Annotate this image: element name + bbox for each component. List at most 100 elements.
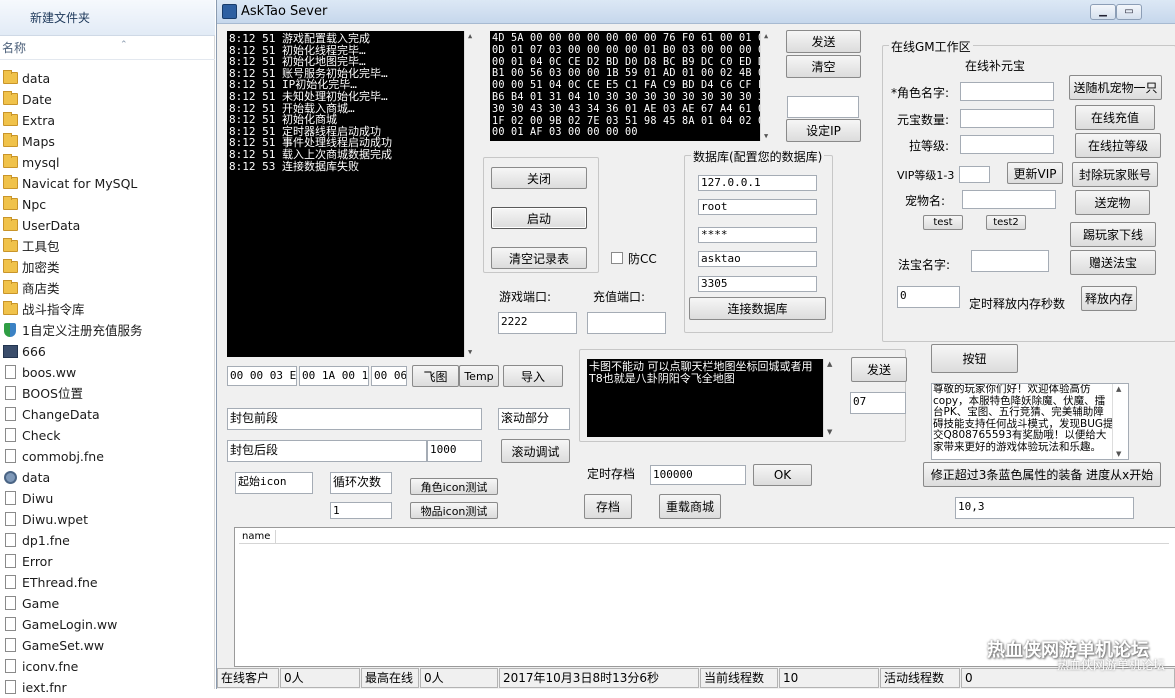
progress-input[interactable]: 10,3 xyxy=(955,497,1134,519)
set-ip-button[interactable]: 设定IP xyxy=(786,119,861,142)
start-icon-input[interactable]: 起始icon xyxy=(235,472,313,494)
hex-scrollbar[interactable] xyxy=(760,31,776,141)
gift-treasure-button[interactable]: 赠送法宝 xyxy=(1070,250,1156,275)
db-host-input[interactable]: 127.0.0.1 xyxy=(698,175,817,191)
file-list-item[interactable]: commobj.fne xyxy=(0,446,215,467)
file-list-item[interactable]: iext.fnr xyxy=(0,677,215,698)
file-list-item[interactable]: 1自定义注册充值服务 xyxy=(0,320,215,341)
log-scrollbar[interactable] xyxy=(464,31,480,357)
db-password-input[interactable]: **** xyxy=(698,227,817,243)
notice-textarea[interactable]: 尊敬的玩家你们好！欢迎体验高仿copy，本服特色降妖除魔、伏魔、擂台PK、宝图、… xyxy=(931,383,1129,460)
kick-player-button[interactable]: 踢玩家下线 xyxy=(1070,222,1156,247)
send-pet-button[interactable]: 送宠物 xyxy=(1075,190,1150,215)
file-list-item[interactable]: Extra xyxy=(0,110,215,131)
treasure-name-input[interactable] xyxy=(971,250,1049,272)
file-list-item[interactable]: Error xyxy=(0,551,215,572)
file-list-item[interactable]: Npc xyxy=(0,194,215,215)
column-header-name-col[interactable]: name xyxy=(239,530,276,544)
hex-field-2[interactable]: 00 1A 00 1A xyxy=(299,366,369,386)
packet-count-input[interactable]: 1000 xyxy=(427,440,482,462)
scroll-part-input[interactable]: 滚动部分 xyxy=(498,408,570,430)
role-name-input[interactable] xyxy=(960,82,1054,101)
fly-map-button[interactable]: 飞图 xyxy=(412,365,459,387)
reload-shop-button[interactable]: 重载商城 xyxy=(659,494,721,519)
file-list-item[interactable]: 工具包 xyxy=(0,236,215,257)
file-list-item[interactable]: EThread.fne xyxy=(0,572,215,593)
file-list-item[interactable]: boos.ww xyxy=(0,362,215,383)
new-folder-button[interactable]: 新建文件夹 xyxy=(0,0,215,36)
file-list-item[interactable]: Diwu xyxy=(0,488,215,509)
game-port-input[interactable]: 2222 xyxy=(498,312,577,334)
send-random-pet-button[interactable]: 送随机宠物一只 xyxy=(1069,75,1162,100)
connect-db-button[interactable]: 连接数据库 xyxy=(689,297,826,320)
file-list-item[interactable]: iconv.fne xyxy=(0,656,215,677)
test-button[interactable]: test xyxy=(923,215,963,230)
broadcast-textarea[interactable]: 卡图不能动 可以点聊天栏地图坐标回城或者用T8也就是八卦阴阳令飞全地图 xyxy=(587,359,839,437)
scroll-debug-button[interactable]: 滚动调试 xyxy=(501,439,570,463)
file-list-item[interactable]: UserData xyxy=(0,215,215,236)
yuanbao-input[interactable] xyxy=(960,109,1054,128)
online-level-button[interactable]: 在线拉等级 xyxy=(1075,133,1161,158)
packet-back-input[interactable]: 封包后段 xyxy=(227,440,427,462)
file-list-item[interactable]: GameSet.ww xyxy=(0,635,215,656)
file-list-item[interactable]: Date xyxy=(0,89,215,110)
clear-button-top[interactable]: 清空 xyxy=(786,55,861,78)
fix-equipment-button[interactable]: 修正超过3条蓝色属性的装备 进度从x开始 xyxy=(923,462,1161,487)
anti-cc-checkbox[interactable] xyxy=(611,252,623,264)
file-list-item[interactable]: ChangeData xyxy=(0,404,215,425)
file-list-item[interactable]: Maps xyxy=(0,131,215,152)
broadcast-send-button[interactable]: 发送 xyxy=(851,357,907,382)
ok-button[interactable]: OK xyxy=(753,464,812,486)
start-server-button[interactable]: 启动 xyxy=(491,207,587,229)
title-bar[interactable]: AskTao Sever ▁ ▭ xyxy=(217,0,1175,24)
close-server-button[interactable]: 关闭 xyxy=(491,167,587,189)
release-memory-button[interactable]: 释放内存 xyxy=(1081,286,1137,311)
item-icon-test-button[interactable]: 物品icon测试 xyxy=(410,502,498,519)
hex-field-1[interactable]: 00 00 03 EE xyxy=(227,366,297,386)
online-recharge-button[interactable]: 在线充值 xyxy=(1075,105,1155,130)
packet-front-input[interactable]: 封包前段 xyxy=(227,408,482,430)
file-list-item[interactable]: Game xyxy=(0,593,215,614)
file-list-item[interactable]: data xyxy=(0,68,215,89)
db-port-input[interactable]: 3305 xyxy=(698,276,817,292)
db-name-input[interactable]: asktao xyxy=(698,251,817,267)
db-user-input[interactable]: root xyxy=(698,199,817,215)
file-list-item[interactable]: 商店类 xyxy=(0,278,215,299)
generic-button[interactable]: 按钮 xyxy=(931,344,1018,373)
level-input[interactable] xyxy=(960,135,1054,154)
file-list-item[interactable]: Check xyxy=(0,425,215,446)
pet-name-input[interactable] xyxy=(962,190,1056,209)
file-list-item[interactable]: 战斗指令库 xyxy=(0,299,215,320)
ip-input[interactable] xyxy=(787,96,859,118)
file-list-item[interactable]: Navicat for MySQL xyxy=(0,173,215,194)
timed-save-input[interactable]: 100000 xyxy=(650,465,746,485)
clear-log-button[interactable]: 清空记录表 xyxy=(491,247,587,269)
loop-count-input[interactable]: 1 xyxy=(330,502,392,519)
file-list-item[interactable]: dp1.fne xyxy=(0,530,215,551)
maximize-button[interactable]: ▭ xyxy=(1116,4,1142,20)
minimize-button[interactable]: ▁ xyxy=(1090,4,1116,20)
role-icon-test-button[interactable]: 角色icon测试 xyxy=(410,478,498,495)
import-button[interactable]: 导入 xyxy=(503,365,563,387)
save-button[interactable]: 存档 xyxy=(584,494,632,519)
file-list-item[interactable]: mysql xyxy=(0,152,215,173)
file-list-item[interactable]: BOOS位置 xyxy=(0,383,215,404)
temp-button[interactable]: Temp xyxy=(459,365,499,387)
file-list-item[interactable]: GameLogin.ww xyxy=(0,614,215,635)
pay-port-input[interactable] xyxy=(587,312,666,334)
channel-input[interactable]: 07 xyxy=(850,392,906,414)
file-list-item[interactable]: Diwu.wpet xyxy=(0,509,215,530)
broadcast-scrollbar[interactable] xyxy=(823,359,839,437)
file-list-item[interactable]: 加密类 xyxy=(0,257,215,278)
update-vip-button[interactable]: 更新VIP xyxy=(1007,162,1063,184)
test2-button[interactable]: test2 xyxy=(986,215,1026,230)
vip-input[interactable] xyxy=(959,166,990,183)
notice-scrollbar[interactable] xyxy=(1112,384,1128,459)
send-button-top[interactable]: 发送 xyxy=(786,30,861,53)
memory-seconds-input[interactable]: 0 xyxy=(897,286,960,308)
column-header-name[interactable]: 名称 ⌃ xyxy=(0,36,215,60)
file-list-item[interactable]: 666 xyxy=(0,341,215,362)
ban-account-button[interactable]: 封除玩家账号 xyxy=(1072,162,1158,187)
file-list-item[interactable]: data xyxy=(0,467,215,488)
hex-field-3[interactable]: 00 06 xyxy=(371,366,407,386)
